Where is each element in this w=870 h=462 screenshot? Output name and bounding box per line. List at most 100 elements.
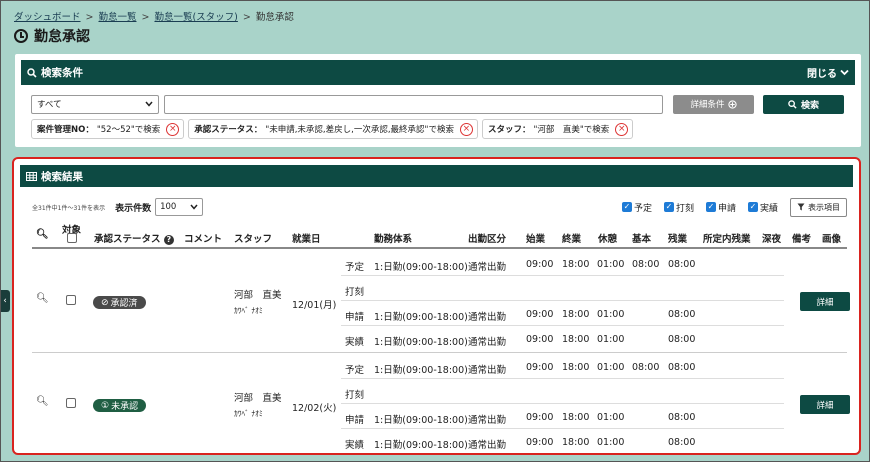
subrow-end: 18:00 [562,259,590,270]
filter-checkbox-request[interactable]: ✓ 申請 [705,201,736,214]
per-page-value: 100 [160,202,177,212]
col-staff: スタッフ [234,234,273,245]
checkbox [66,398,76,408]
detail-button[interactable]: 詳細 [800,292,850,311]
breadcrumb-attendance-list[interactable]: 勤怠一覧 [98,12,136,23]
subrow-type: 予定 [345,365,365,376]
col-attendance: 出勤区分 [468,234,507,245]
detail-conditions-label: 詳細条件 [690,100,725,110]
staff-kana: ｶﾜﾍﾞ ﾅｵﾐ [234,409,263,418]
detail-button-label: 詳細 [816,297,834,308]
subrow-break: 01:00 [597,259,625,270]
col-night: 深夜 [762,234,782,245]
subrow-attendance: 通常出勤 [468,312,507,323]
close-icon[interactable]: × [166,122,180,136]
subrow-start: 09:00 [526,334,554,345]
subrow-attendance: 通常出勤 [468,337,507,348]
subrow-shift: 1:日勤(09:00-18:00) [374,365,468,376]
close-icon[interactable]: × [459,122,473,136]
subrow-actual: 実績 1:日勤(09:00-18:00) 通常出勤 09:00 18:00 01… [341,429,784,453]
subrow-overtime: 08:00 [668,259,696,270]
page-title-text: 勤怠承認 [34,29,90,45]
search-icon [27,67,37,78]
search-panel-header: 検索条件 閉じる [21,60,855,85]
chevron-left-icon: ‹ [3,296,7,306]
checkbox [67,233,77,243]
search-input[interactable] [164,94,663,114]
chip-label: 案件管理NO： [37,125,94,135]
col-notes: 備考 [792,234,812,245]
subrow-type: 打刻 [345,390,365,401]
close-toggle[interactable]: 閉じる [807,65,849,80]
filter-checkbox-stamp[interactable]: ✓ 打刻 [663,201,694,214]
per-page-select[interactable]: 100 [155,198,204,216]
display-columns-button[interactable]: 表示項目 [790,197,847,217]
page-title: 勤怠承認 [14,26,90,46]
checkbox [66,295,76,305]
staff-kana: ｶﾜﾍﾞ ﾅｵﾐ [234,306,263,315]
per-page-label: 表示件数 [115,203,152,214]
breadcrumb-separator: > [85,12,94,23]
chip-value: "52～52"で検索 [96,125,161,135]
work-date: 12/01(月) [292,300,337,311]
breadcrumb: ダッシュボード > 勤怠一覧 > 勤怠一覧(スタッフ) > 勤怠承認 [14,9,294,23]
col-status-label: 承認ステータス [94,234,161,245]
subrow-overtime: 08:00 [668,437,696,448]
subrow-start: 09:00 [526,412,554,423]
subrow-attendance: 通常出勤 [468,440,507,451]
detail-button-label: 詳細 [816,400,834,411]
search-select[interactable]: すべて [31,94,159,114]
col-date: 就業日 [292,234,321,245]
breadcrumb-dashboard[interactable]: ダッシュボード [14,12,81,23]
filter-checkbox-plan[interactable]: ✓ 予定 [621,201,652,214]
subrow-end: 18:00 [562,362,590,373]
subrow-start: 09:00 [526,362,554,373]
result-count: 全31件中1件～31件を表示 [32,204,106,212]
zoom-icon[interactable]: 🔍︎ [36,396,49,407]
row-checkbox[interactable] [66,398,76,411]
search-panel-title: 検索条件 [41,67,83,79]
col-image: 画像 [822,234,842,245]
subrow-stamp: 打刻 [341,276,784,301]
row-checkbox[interactable] [66,295,76,308]
col-scheduled-ot: 所定内残業 [703,234,751,245]
close-icon[interactable]: × [615,122,629,136]
chip-label: スタッフ： [487,125,531,135]
subrow-plan: 予定 1:日勤(09:00-18:00) 通常出勤 09:00 18:00 01… [341,354,784,379]
subrow-shift: 1:日勤(09:00-18:00) [374,262,468,273]
sidebar-toggle[interactable]: ‹ [0,290,10,312]
subrow-break: 01:00 [597,362,625,373]
search-panel: 検索条件 閉じる すべて 詳細条件 検索 案件管理NO： "52～52"で検索 … [15,54,861,147]
help-icon[interactable]: ? [163,234,174,245]
filter-checkbox-actual[interactable]: ✓ 実績 [747,201,778,214]
subrow-basic: 08:00 [632,362,660,373]
pending-icon: ① [101,400,110,411]
table-icon [26,171,37,181]
subrow-shift: 1:日勤(09:00-18:00) [374,312,468,323]
subrow-break: 01:00 [597,412,625,423]
checkbox-checked-icon: ✓ [705,202,716,212]
breadcrumb-attendance-staff[interactable]: 勤怠一覧(スタッフ) [154,12,237,23]
col-comment: コメント [184,234,223,245]
select-all-checkbox[interactable] [67,233,77,246]
chip-label: 承認ステータス： [194,125,263,135]
chevron-down-icon [190,204,198,210]
subrow-type: 実績 [345,440,365,451]
filter-chip-status: 承認ステータス： "未申請,未承認,差戻し,一次承認,最終承認"で検索 × [188,119,478,139]
search-row: すべて 詳細条件 検索 [31,94,846,114]
subrow-shift: 1:日勤(09:00-18:00) [374,440,468,451]
search-button[interactable]: 検索 [763,94,844,114]
work-date: 12/02(火) [292,403,337,414]
filter-label: 打刻 [675,203,694,214]
subrow-break: 01:00 [597,334,625,345]
filter-label: 予定 [633,203,652,214]
subrow-type: 予定 [345,262,365,273]
subrow-attendance: 通常出勤 [468,365,507,376]
zoom-icon[interactable]: 🔍︎ [36,293,49,304]
chip-value: "河部 直美"で検索 [533,125,610,135]
detail-button[interactable]: 詳細 [800,395,850,414]
status-badge-label: 承認済 [110,299,138,309]
results-panel: 検索結果 全31件中1件～31件を表示 表示件数 100 ✓ 予定 ✓ 打刻 ✓ 申請… [12,157,861,455]
detail-conditions-button[interactable]: 詳細条件 [673,94,754,114]
subrow-request: 申請 1:日勤(09:00-18:00) 通常出勤 09:00 18:00 01… [341,404,784,429]
